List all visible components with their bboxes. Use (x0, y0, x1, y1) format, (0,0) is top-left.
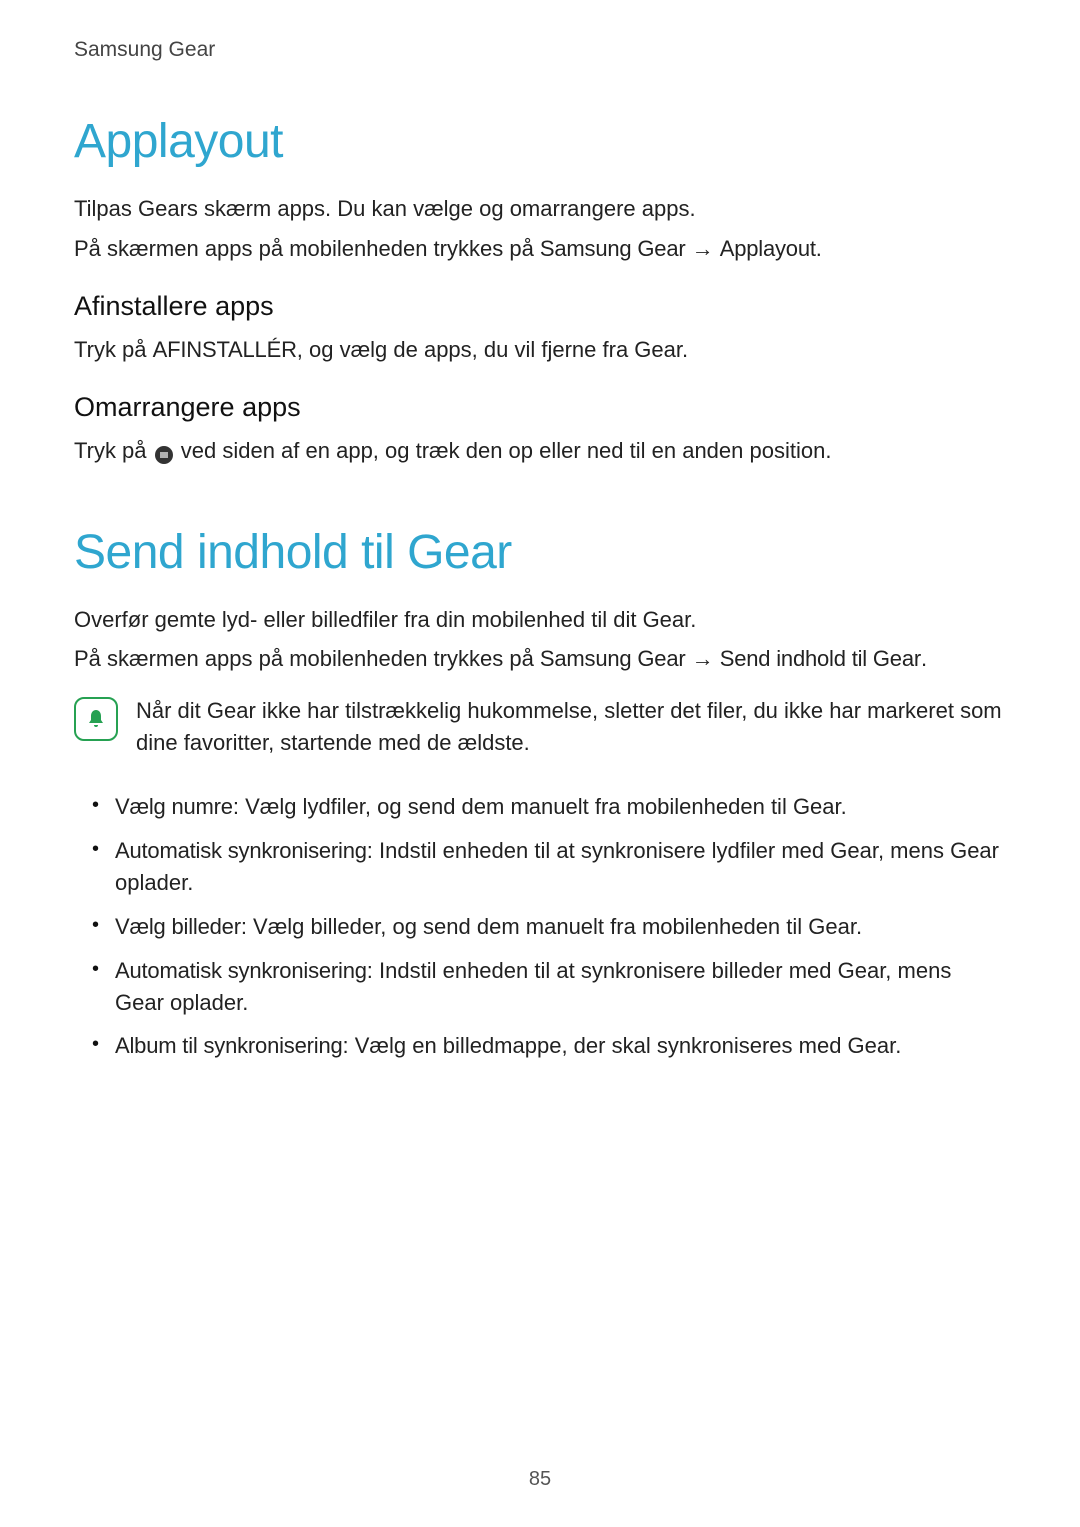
list-item-label: Automatisk synkronisering (115, 838, 367, 863)
text: På skærmen apps på mobilenheden trykkes … (74, 646, 540, 671)
list-item-text: : Vælg lydfiler, og send dem manuelt fra… (233, 794, 847, 819)
list-item: Automatisk synkronisering: Indstil enhed… (92, 955, 1006, 1019)
page-number: 85 (0, 1468, 1080, 1491)
text: Tryk på (74, 337, 153, 362)
subheading-uninstall-apps: Afinstallere apps (74, 291, 1006, 322)
section-applayout: Applayout Tilpas Gears skærm apps. Du ka… (74, 114, 1006, 467)
label-applayout: Applayout (720, 236, 816, 261)
list-item: Album til synkronisering: Vælg en billed… (92, 1030, 1006, 1062)
list-item-label: Vælg billeder (115, 914, 241, 939)
paragraph: Tryk på ved siden af en app, og træk den… (74, 435, 1006, 467)
list-item-text: : Vælg billeder, og send dem manuelt fra… (241, 914, 862, 939)
paragraph: Tryk på AFINSTALLÉR, og vælg de apps, du… (74, 334, 1006, 366)
list-item: Vælg numre: Vælg lydfiler, og send dem m… (92, 791, 1006, 823)
heading-applayout: Applayout (74, 114, 1006, 169)
list-item: Vælg billeder: Vælg billeder, og send de… (92, 911, 1006, 943)
section-send-content: Send indhold til Gear Overfør gemte lyd-… (74, 525, 1006, 1063)
subheading-rearrange-apps: Omarrangere apps (74, 392, 1006, 423)
label-samsung-gear: Samsung Gear (540, 646, 686, 671)
paragraph: Tilpas Gears skærm apps. Du kan vælge og… (74, 193, 1006, 225)
text: På skærmen apps på mobilenheden trykkes … (74, 236, 540, 261)
text: . (816, 236, 822, 261)
text: , og vælg de apps, du vil fjerne fra Gea… (297, 337, 688, 362)
text: Tryk på (74, 438, 153, 463)
label-samsung-gear: Samsung Gear (540, 236, 686, 261)
text: ved siden af en app, og træk den op elle… (175, 438, 832, 463)
note-callout: Når dit Gear ikke har tilstrækkelig huko… (74, 695, 1006, 767)
feature-list: Vælg numre: Vælg lydfiler, og send dem m… (92, 791, 1006, 1062)
label-uninstall: AFINSTALLÉR (153, 337, 297, 362)
list-item-text: : Vælg en billedmappe, der skal synkroni… (343, 1033, 902, 1058)
paragraph: På skærmen apps på mobilenheden trykkes … (74, 233, 1006, 265)
bell-icon (74, 697, 118, 741)
list-item-label: Album til synkronisering (115, 1033, 343, 1058)
paragraph: På skærmen apps på mobilenheden trykkes … (74, 643, 1006, 675)
label-send-content: Send indhold til Gear (720, 646, 921, 671)
paragraph: Overfør gemte lyd- eller billedfiler fra… (74, 604, 1006, 636)
list-item-label: Automatisk synkronisering (115, 958, 367, 983)
header-breadcrumb: Samsung Gear (74, 38, 1006, 62)
text: → (686, 236, 720, 261)
list-item-label: Vælg numre (115, 794, 233, 819)
text: . (921, 646, 927, 671)
drag-handle-icon (155, 446, 173, 464)
heading-send-content: Send indhold til Gear (74, 525, 1006, 580)
text: → (686, 646, 720, 671)
note-text: Når dit Gear ikke har tilstrækkelig huko… (136, 695, 1006, 759)
list-item: Automatisk synkronisering: Indstil enhed… (92, 835, 1006, 899)
